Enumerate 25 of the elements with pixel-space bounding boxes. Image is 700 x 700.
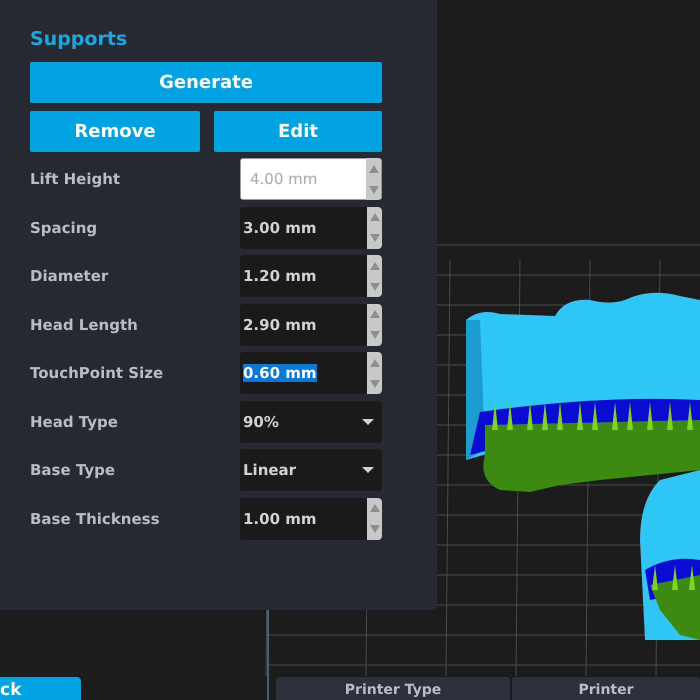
field-label: Base Thickness (30, 510, 161, 528)
number-field[interactable]: 3.00 mm (240, 206, 382, 248)
field-label: Base Type (30, 461, 116, 479)
field-label: Head Length (30, 316, 139, 334)
tab[interactable]: Printer Type (276, 677, 510, 700)
number-field[interactable]: 1.20 mm (240, 255, 382, 297)
field-label: Spacing (30, 218, 98, 236)
panel-title: Supports (30, 28, 128, 50)
dropdown[interactable]: Linear (240, 449, 382, 491)
number-field[interactable]: 1.00 mm (240, 498, 382, 540)
spinner-arrows-icon[interactable] (367, 255, 382, 297)
caret-icon (362, 418, 374, 424)
number-field[interactable]: 2.90 mm (240, 304, 382, 346)
spinner-arrows-icon[interactable] (367, 498, 382, 540)
field-label: Diameter (30, 267, 110, 285)
number-field[interactable]: 0.60 mm (240, 352, 382, 394)
field-label: TouchPoint Size (30, 364, 164, 382)
field-label: Lift Height (30, 170, 122, 188)
field-label: Head Type (30, 412, 119, 430)
spinner-arrows-icon[interactable] (367, 206, 382, 248)
spinner-arrows-icon[interactable] (367, 352, 382, 394)
caret-icon (362, 467, 374, 473)
tab[interactable]: Printer (512, 677, 700, 700)
dropdown[interactable]: 90% (240, 400, 382, 442)
spinner-arrows-icon[interactable] (367, 304, 382, 346)
